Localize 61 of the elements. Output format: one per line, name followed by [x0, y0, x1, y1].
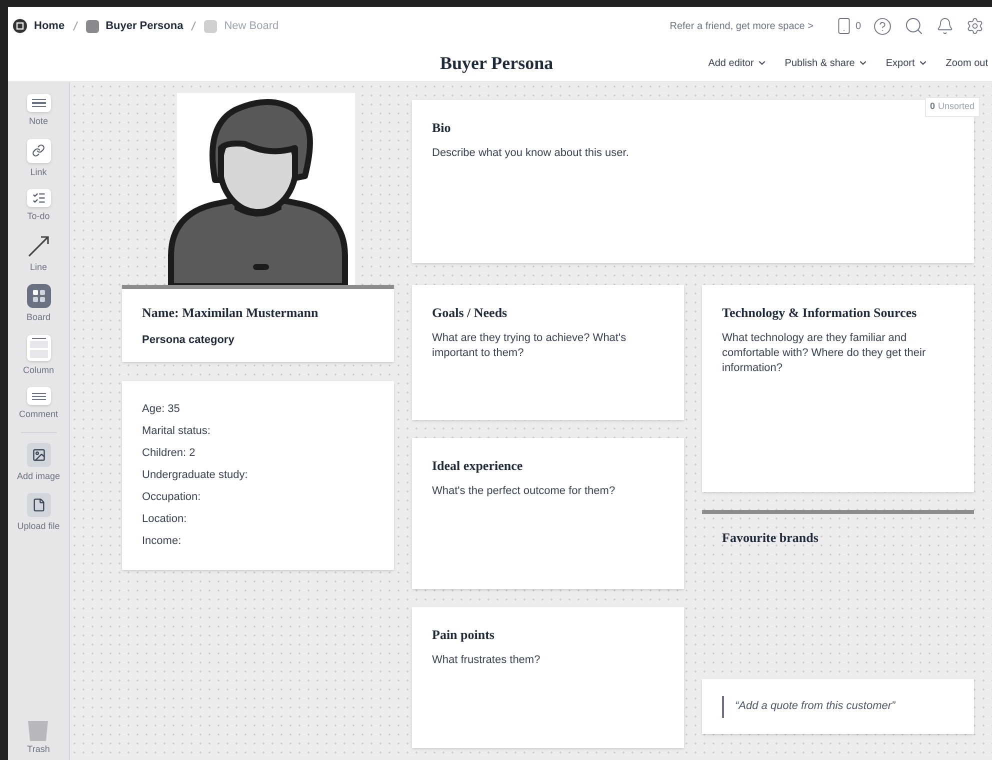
unsorted-count: 0 — [930, 100, 936, 113]
settings-icon[interactable] — [966, 17, 984, 35]
detail-line: Occupation: — [142, 490, 202, 505]
persona-category: Persona category — [142, 332, 236, 348]
card-title: Goals / Needs — [432, 304, 508, 322]
sidebar-tool[interactable]: Upload file — [10, 493, 66, 534]
home-logo-icon — [13, 19, 27, 33]
card-text: What are they trying to achieve? What's important to them? — [432, 330, 628, 360]
sidebar-tool[interactable]: Add image — [10, 442, 66, 483]
sidebar-tool[interactable]: Link — [10, 138, 66, 179]
checklist-icon — [26, 189, 50, 207]
trash-bin-icon — [27, 718, 50, 740]
card-title: Technology & Information Sources — [722, 304, 918, 322]
detail-line: Income: — [142, 534, 182, 549]
device-count: 0 — [855, 20, 861, 34]
breadcrumb-link[interactable]: New Board — [224, 18, 279, 34]
card-title: Ideal experience — [432, 457, 524, 475]
card-text: What's the perfect outcome for them? — [432, 484, 616, 498]
column-icon — [26, 334, 50, 360]
trash-button[interactable]: Trash — [27, 718, 50, 756]
detail-line: Location: — [142, 512, 188, 527]
sidebar-tool[interactable]: Line — [10, 234, 66, 274]
card-text: Describe what you know about this user. — [432, 146, 630, 160]
sidebar-tool[interactable]: Column — [10, 334, 66, 377]
unsorted-badge[interactable]: 0 Unsorted — [925, 97, 980, 116]
diagonal-arrow-icon — [26, 234, 50, 258]
persona-name: Name: Maximilan Mustermann — [142, 304, 320, 322]
sidebar-tool[interactable]: To-do — [10, 189, 66, 224]
file-icon — [26, 493, 50, 517]
unsorted-label: Unsorted — [938, 100, 975, 113]
toolbar-button[interactable]: Publish & share — [784, 56, 868, 70]
bell-icon[interactable] — [936, 17, 954, 35]
sidebar-tool[interactable]: Comment — [10, 387, 66, 422]
sidebar-tool[interactable]: Note — [10, 94, 66, 128]
card-text: What technology are they familiar and comfortable with? Where do they get their information? — [722, 330, 927, 376]
quote-text: “Add a quote from this customer” — [735, 699, 896, 714]
detail-line: Age: 35 — [142, 402, 181, 417]
breadcrumb-separator-icon — [72, 21, 78, 31]
column-title: Favourite brands — [722, 529, 818, 547]
toolbar-button[interactable]: Add editor — [708, 56, 767, 70]
card-text: What frustrates them? — [432, 652, 542, 668]
toolbar-button[interactable]: Zoom out — [946, 56, 988, 70]
card-title: Pain points — [432, 626, 496, 644]
image-icon — [26, 442, 50, 466]
breadcrumb-separator-icon — [191, 21, 196, 31]
search-icon[interactable] — [904, 16, 924, 36]
toolbar-button[interactable]: Export — [886, 56, 928, 70]
note-icon — [26, 94, 50, 112]
refer-link[interactable]: Refer a friend, get more space > — [670, 18, 814, 34]
help-icon[interactable] — [873, 16, 892, 36]
board-icon — [26, 284, 50, 308]
sidebar-tool[interactable]: Board — [10, 284, 66, 324]
card-title: Bio — [432, 119, 452, 137]
detail-line: Children: 2 — [142, 446, 196, 461]
breadcrumb-link[interactable]: Home — [34, 18, 65, 34]
breadcrumb-link[interactable]: Buyer Persona — [106, 18, 184, 34]
detail-line: Undergraduate study: — [142, 468, 249, 483]
board-title: Buyer Persona — [440, 52, 554, 75]
comment-icon — [26, 387, 50, 405]
detail-line: Marital status: — [142, 424, 212, 439]
link-icon — [26, 138, 50, 162]
